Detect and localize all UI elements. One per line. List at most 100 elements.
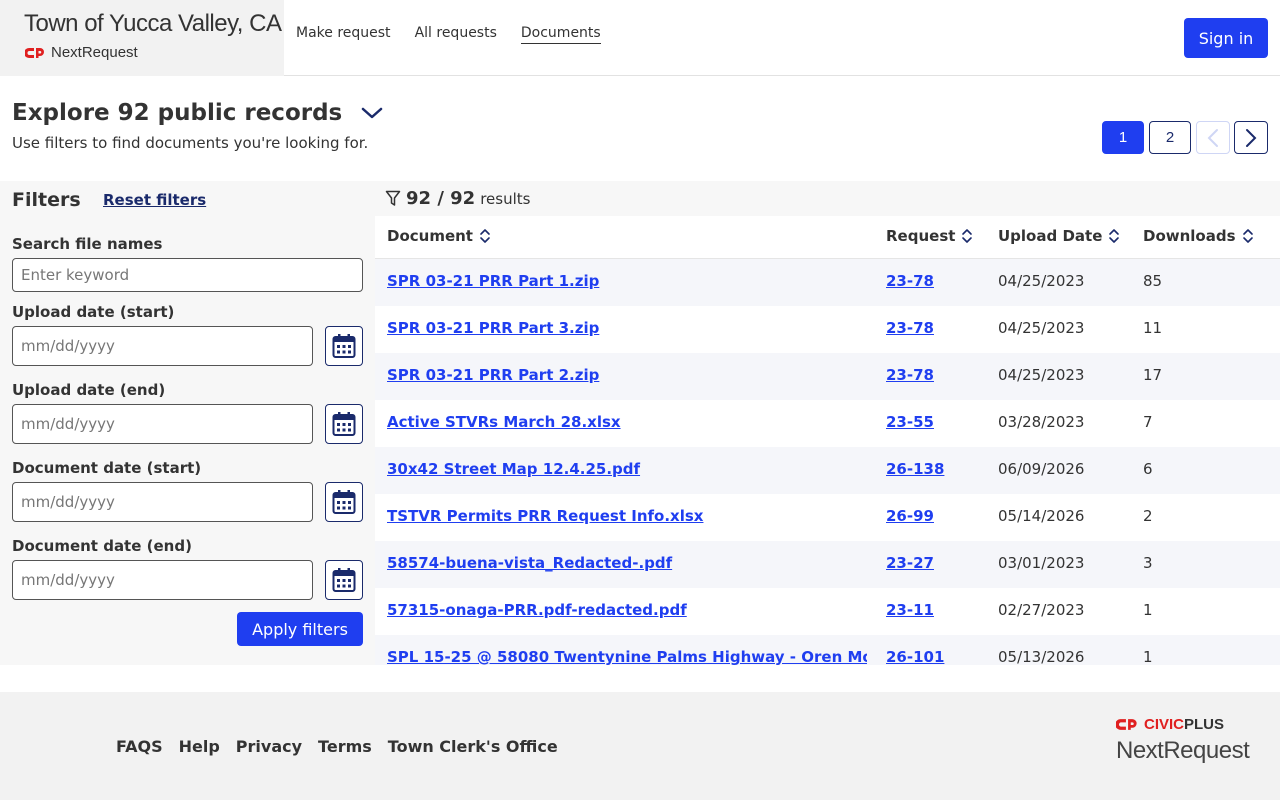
document-link[interactable]: SPR 03-21 PRR Part 2.zip (387, 366, 599, 384)
column-header-document[interactable]: Document (387, 227, 491, 245)
footer-link-help[interactable]: Help (179, 737, 220, 756)
civicplus-logo-icon (25, 47, 44, 58)
column-header-label: Upload Date (998, 227, 1103, 245)
downloads-cell: 2 (1143, 507, 1153, 525)
downloads-cell: 1 (1143, 648, 1153, 665)
search-file-names-label: Search file names (12, 235, 163, 253)
upload-date-start-input[interactable] (12, 326, 313, 366)
request-link[interactable]: 23-78 (886, 366, 934, 384)
upload-date-cell: 03/01/2023 (998, 554, 1085, 572)
site-footer: FAQS Help Privacy Terms Town Clerk's Off… (0, 692, 1280, 800)
upload-date-start-label: Upload date (start) (12, 303, 175, 321)
main-nav: Make request All requests Documents (296, 25, 601, 44)
apply-filters-button[interactable]: Apply filters (237, 612, 363, 646)
column-header-upload-date[interactable]: Upload Date (998, 227, 1120, 245)
request-link[interactable]: 23-11 (886, 601, 934, 619)
calendar-icon (332, 334, 356, 358)
document-link[interactable]: 58574-buena-vista_Redacted-.pdf (387, 554, 672, 572)
upload-date-start-calendar-button[interactable] (325, 326, 363, 366)
sort-icon (480, 229, 490, 243)
brand-product-name: NextRequest (1116, 737, 1250, 764)
upload-date-cell: 05/13/2026 (998, 648, 1085, 665)
nav-all-requests[interactable]: All requests (415, 25, 497, 44)
upload-date-cell: 04/25/2023 (998, 319, 1085, 337)
request-link[interactable]: 23-78 (886, 272, 934, 290)
request-link[interactable]: 26-99 (886, 507, 934, 525)
civicplus-logo-icon (1116, 719, 1137, 730)
request-link[interactable]: 26-138 (886, 460, 944, 478)
document-date-start-label: Document date (start) (12, 459, 202, 477)
page-heading: Explore 92 public records (12, 100, 384, 126)
column-header-request[interactable]: Request (886, 227, 973, 245)
documents-table: Document Request Upload Date Downloads S… (375, 216, 1280, 665)
request-link[interactable]: 23-78 (886, 319, 934, 337)
upload-date-cell: 06/09/2026 (998, 460, 1085, 478)
upload-date-cell: 04/25/2023 (998, 272, 1085, 290)
document-link[interactable]: TSTVR Permits PRR Request Info.xlsx (387, 507, 703, 525)
request-link[interactable]: 26-101 (886, 648, 944, 665)
footer-link-terms[interactable]: Terms (318, 737, 372, 756)
document-date-end-input[interactable] (12, 560, 313, 600)
reset-filters-link[interactable]: Reset filters (103, 191, 206, 209)
chevron-right-icon (1246, 128, 1257, 147)
site-header: Town of Yucca Valley, CA NextRequest Mak… (0, 0, 1280, 76)
document-date-start-input[interactable] (12, 482, 313, 522)
page-subtitle: Use filters to find documents you're loo… (12, 134, 369, 152)
sign-in-button[interactable]: Sign in (1184, 18, 1268, 58)
downloads-cell: 7 (1143, 413, 1153, 431)
table-row: SPL 15-25 @ 58080 Twentynine Palms Highw… (375, 635, 1280, 665)
brand-block[interactable]: Town of Yucca Valley, CA NextRequest (0, 0, 284, 76)
upload-date-cell: 03/28/2023 (998, 413, 1085, 431)
upload-date-end-calendar-button[interactable] (325, 404, 363, 444)
table-row: SPR 03-21 PRR Part 2.zip 23-78 04/25/202… (375, 353, 1280, 400)
document-date-end-label: Document date (end) (12, 537, 192, 555)
downloads-cell: 17 (1143, 366, 1163, 384)
previous-page-button[interactable] (1196, 121, 1230, 154)
footer-link-town-clerk[interactable]: Town Clerk's Office (388, 737, 558, 756)
chevron-down-icon[interactable] (360, 105, 384, 121)
footer-brand-logo: CIVICPLUS NextRequest (1116, 716, 1250, 765)
table-row: SPR 03-21 PRR Part 1.zip 23-78 04/25/202… (375, 259, 1280, 306)
document-link[interactable]: 57315-onaga-PRR.pdf-redacted.pdf (387, 601, 687, 619)
document-date-start-calendar-button[interactable] (325, 482, 363, 522)
table-row: 57315-onaga-PRR.pdf-redacted.pdf 23-11 0… (375, 588, 1280, 635)
next-page-button[interactable] (1234, 121, 1268, 154)
chevron-left-icon (1207, 128, 1218, 147)
request-link[interactable]: 23-55 (886, 413, 934, 431)
table-row: TSTVR Permits PRR Request Info.xlsx 26-9… (375, 494, 1280, 541)
downloads-cell: 11 (1143, 319, 1163, 337)
request-link[interactable]: 23-27 (886, 554, 934, 572)
document-link[interactable]: 30x42 Street Map 12.4.25.pdf (387, 460, 640, 478)
upload-date-cell: 02/27/2023 (998, 601, 1085, 619)
table-row: 30x42 Street Map 12.4.25.pdf 26-138 06/0… (375, 447, 1280, 494)
downloads-cell: 6 (1143, 460, 1153, 478)
agency-title: Town of Yucca Valley, CA (24, 10, 282, 37)
brand-civic-text: CIVIC (1144, 716, 1185, 733)
downloads-cell: 3 (1143, 554, 1153, 572)
results-summary: 92 / 92 results (375, 181, 1280, 216)
document-link[interactable]: SPR 03-21 PRR Part 3.zip (387, 319, 599, 337)
document-link[interactable]: SPL 15-25 @ 58080 Twentynine Palms Highw… (387, 648, 867, 665)
calendar-icon (332, 568, 356, 592)
column-header-downloads[interactable]: Downloads (1143, 227, 1254, 245)
upload-date-end-input[interactable] (12, 404, 313, 444)
nav-make-request[interactable]: Make request (296, 25, 391, 44)
footer-link-privacy[interactable]: Privacy (236, 737, 302, 756)
page-2-button[interactable]: 2 (1149, 121, 1191, 154)
page-1-button[interactable]: 1 (1102, 121, 1144, 154)
downloads-cell: 85 (1143, 272, 1163, 290)
sort-icon (962, 229, 973, 243)
sort-icon (1242, 229, 1253, 243)
document-link[interactable]: Active STVRs March 28.xlsx (387, 413, 621, 431)
nav-documents[interactable]: Documents (520, 25, 601, 44)
upload-date-cell: 04/25/2023 (998, 366, 1085, 384)
downloads-cell: 1 (1143, 601, 1153, 619)
footer-link-faqs[interactable]: FAQS (116, 737, 163, 756)
document-date-end-calendar-button[interactable] (325, 560, 363, 600)
document-link[interactable]: SPR 03-21 PRR Part 1.zip (387, 272, 599, 290)
upload-date-end-label: Upload date (end) (12, 381, 166, 399)
filters-title: Filters (12, 189, 81, 211)
table-row: SPR 03-21 PRR Part 3.zip 23-78 04/25/202… (375, 306, 1280, 353)
table-row: 58574-buena-vista_Redacted-.pdf 23-27 03… (375, 541, 1280, 588)
search-file-names-input[interactable] (12, 258, 363, 292)
